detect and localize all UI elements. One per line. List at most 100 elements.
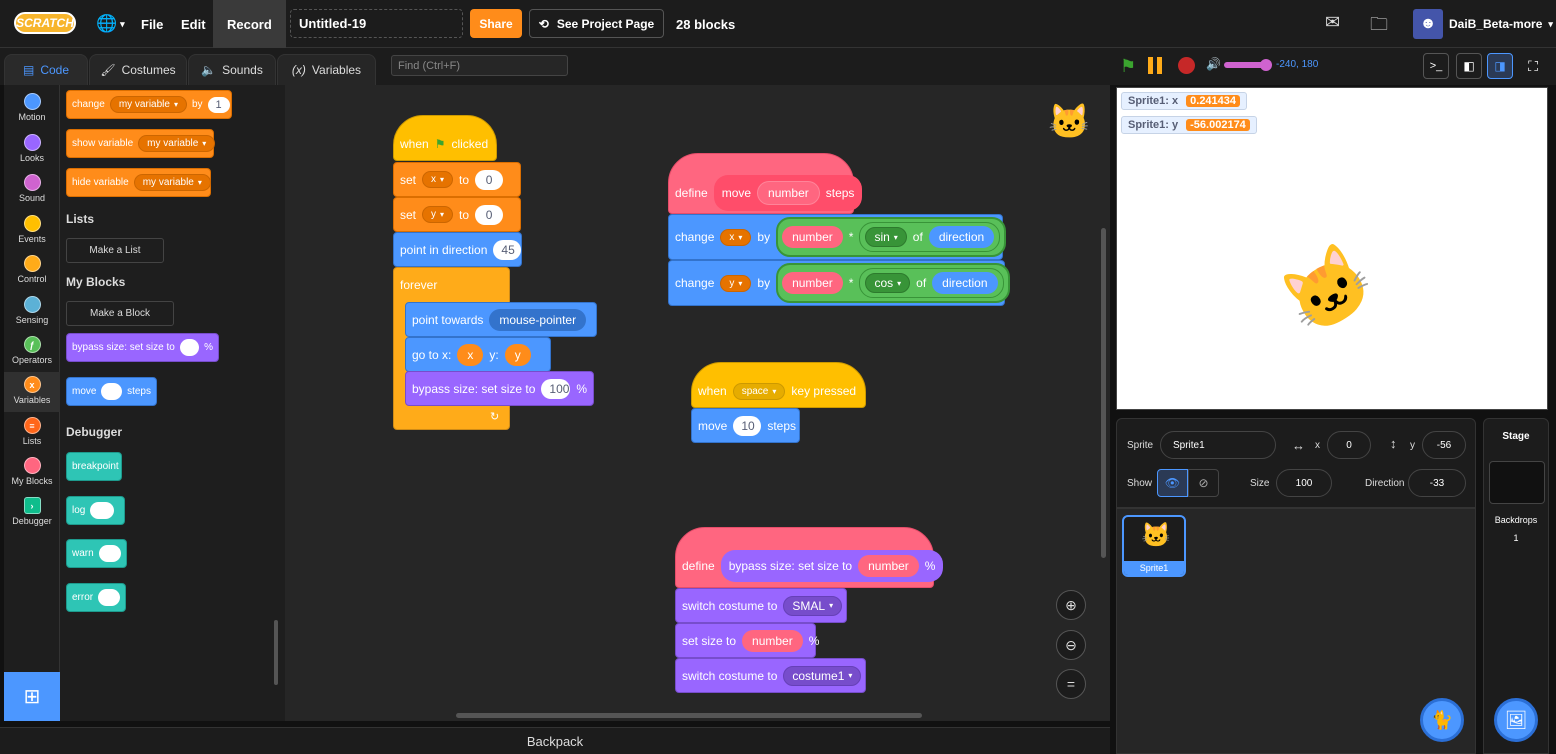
choose-backdrop-button[interactable]: 🖼 <box>1494 698 1538 742</box>
category-variables[interactable]: x Variables <box>4 372 60 412</box>
error-block[interactable]: error <box>66 583 126 612</box>
switch-costume-small-block[interactable]: switch costume to SMAL <box>675 588 847 623</box>
stage-canvas[interactable]: Sprite1: x 0.241434 Sprite1: y -56.002174 … <box>1116 87 1548 410</box>
stop-icon[interactable] <box>1178 57 1195 74</box>
x-variable-reporter[interactable]: x <box>457 343 484 366</box>
pause-icon[interactable] <box>1148 57 1162 74</box>
number-param[interactable]: number <box>782 272 843 294</box>
make-list-button[interactable]: Make a List <box>66 238 164 263</box>
value-input[interactable] <box>179 339 200 356</box>
move-steps-call-block[interactable]: move 10 steps <box>691 408 800 443</box>
variable-dropdown[interactable]: my variable <box>138 135 216 152</box>
sprite-size-input[interactable]: 100 <box>1276 469 1332 497</box>
sprite-x-input[interactable]: 0 <box>1327 431 1371 459</box>
change-x-by-block[interactable]: changexbynumber*sinofdirection <box>668 214 1007 260</box>
number-param[interactable]: number <box>858 554 919 577</box>
record-menu[interactable]: Record <box>213 0 286 48</box>
variable-dropdown[interactable]: y <box>422 206 454 223</box>
value-input[interactable]: 0 <box>475 204 504 225</box>
messages-envelope-icon[interactable]: ✉ <box>1325 12 1340 33</box>
point-in-direction-block[interactable]: point in direction 45 <box>393 232 522 267</box>
value-input[interactable]: 100 <box>541 378 571 399</box>
show-eye-icon[interactable]: 👁 <box>1157 469 1188 497</box>
backpack-bar[interactable]: Backpack <box>0 727 1110 754</box>
y-variable-reporter[interactable]: y <box>504 343 531 366</box>
bypass-size-block[interactable]: bypass size: set size to% <box>66 333 219 362</box>
palette-scrollbar[interactable] <box>274 620 278 685</box>
user-menu[interactable]: ☻ DaiB_Beta-more ▾ <box>1413 9 1553 39</box>
number-param[interactable]: number <box>742 629 803 652</box>
value-input[interactable] <box>90 502 115 519</box>
go-to-xy-block[interactable]: go to x: x y: y <box>405 337 551 372</box>
find-input[interactable]: Find (Ctrl+F) <box>391 55 568 76</box>
math-function-dropdown[interactable]: sin <box>865 227 907 247</box>
bypass-size-call-block[interactable]: bypass size: set size to 100% <box>405 371 594 406</box>
when-key-pressed-block[interactable]: whenspacekey pressed <box>691 362 866 408</box>
add-extension-button[interactable]: ⊞ <box>4 672 60 721</box>
tab-sounds[interactable]: 🔈 Sounds <box>188 54 276 85</box>
category-debugger[interactable]: › Debugger <box>4 493 60 533</box>
math-function-dropdown[interactable]: cos <box>865 273 911 293</box>
category-operators[interactable]: ƒ Operators <box>4 332 60 372</box>
set-x-block[interactable]: setxto0 <box>393 162 521 197</box>
workspace-horizontal-scrollbar[interactable] <box>456 713 922 718</box>
category-events[interactable]: Events <box>4 211 60 251</box>
value-input[interactable]: 45 <box>493 239 522 260</box>
sprite-direction-input[interactable]: -33 <box>1408 469 1466 497</box>
value-input[interactable]: 10 <box>733 415 762 436</box>
edit-menu[interactable]: Edit <box>181 0 206 48</box>
multiply-operator[interactable]: number*sinofdirection <box>776 217 1007 257</box>
category-motion[interactable]: Motion <box>4 89 60 129</box>
warn-block[interactable]: warn <box>66 539 127 568</box>
sin-of-operator[interactable]: sinofdirection <box>859 222 1001 252</box>
number-param[interactable]: number <box>757 180 820 205</box>
change-variable-block[interactable]: changemy variableby1 <box>66 90 232 119</box>
make-block-button[interactable]: Make a Block <box>66 301 174 326</box>
choose-sprite-button[interactable]: 🐈 <box>1420 698 1464 742</box>
point-towards-block[interactable]: point towards mouse-pointer <box>405 302 597 337</box>
zoom-in-icon[interactable]: ⊕ <box>1056 590 1086 620</box>
zoom-reset-icon[interactable]: = <box>1056 669 1086 699</box>
tab-costumes[interactable]: 🖌 Costumes <box>89 54 187 85</box>
set-size-block[interactable]: set size to number% <box>675 623 819 658</box>
zoom-out-icon[interactable]: ⊖ <box>1056 630 1086 660</box>
variable-dropdown[interactable]: y <box>720 274 752 292</box>
hide-variable-block[interactable]: hide variable my variable <box>66 168 211 197</box>
my-stuff-folder-icon[interactable]: 🗀 <box>1370 12 1388 42</box>
costume-dropdown[interactable]: costume1 <box>783 665 862 686</box>
category-lists[interactable]: ≡ Lists <box>4 413 60 453</box>
direction-reporter[interactable]: direction <box>932 272 998 294</box>
move-steps-custom-block[interactable]: move steps <box>66 377 157 406</box>
costume-dropdown[interactable]: SMAL <box>783 595 843 616</box>
project-title-input[interactable] <box>290 9 463 38</box>
backdrop-thumbnail[interactable] <box>1489 461 1545 504</box>
monitor-sprite-y[interactable]: Sprite1: y -56.002174 <box>1121 116 1257 134</box>
variable-dropdown[interactable]: my variable <box>109 96 187 113</box>
normal-stage-icon[interactable]: ◨ <box>1487 53 1513 79</box>
number-param[interactable]: number <box>782 226 843 248</box>
hide-eye-icon[interactable]: ⊘ <box>1188 469 1219 497</box>
set-y-block[interactable]: setyto0 <box>393 197 521 232</box>
target-dropdown[interactable]: mouse-pointer <box>489 308 587 331</box>
share-button[interactable]: Share <box>470 9 522 38</box>
variable-dropdown[interactable]: x <box>422 171 454 188</box>
value-input[interactable]: 0 <box>475 169 504 190</box>
category-sound[interactable]: Sound <box>4 170 60 210</box>
value-input[interactable] <box>101 383 123 400</box>
category-sensing[interactable]: Sensing <box>4 292 60 332</box>
sprite-thumbnail[interactable]: 🐱 Sprite1 <box>1122 515 1186 577</box>
value-input[interactable] <box>98 589 120 606</box>
change-y-by-block[interactable]: changeybynumber*cosofdirection <box>668 260 1010 306</box>
category-my-blocks[interactable]: My Blocks <box>4 453 60 493</box>
green-flag-icon[interactable]: ⚑ <box>1120 56 1136 77</box>
variable-dropdown[interactable]: x <box>720 228 752 246</box>
define-move-block[interactable]: define move number steps <box>668 153 863 214</box>
tab-variables[interactable]: (x) Variables <box>277 54 376 85</box>
tab-code[interactable]: ▤ Code <box>4 54 88 85</box>
category-looks[interactable]: Looks <box>4 130 60 170</box>
breakpoint-block[interactable]: breakpoint <box>66 452 122 481</box>
volume-icon[interactable]: 🔊 <box>1206 57 1221 71</box>
category-control[interactable]: Control <box>4 251 60 291</box>
define-bypass-size-block[interactable]: define bypass size: set size to number% <box>675 527 944 588</box>
language-globe-icon[interactable]: 🌐 ▾ <box>96 0 125 48</box>
